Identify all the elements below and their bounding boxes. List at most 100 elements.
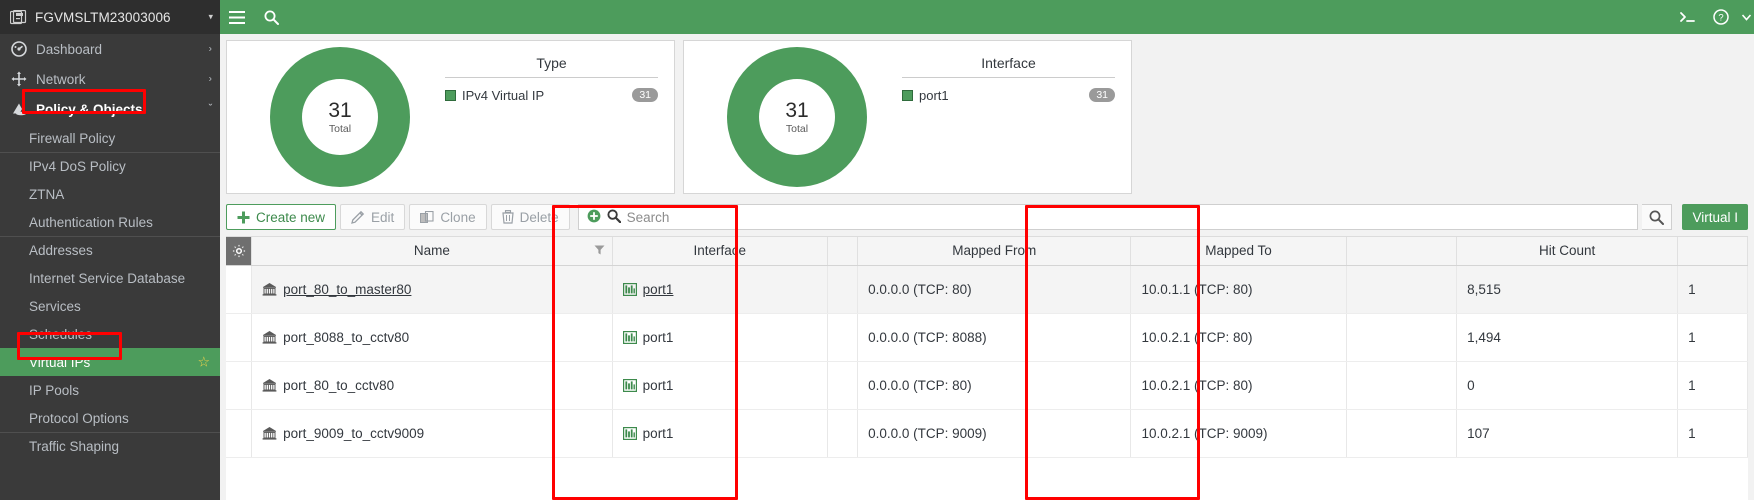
- cell-spacer: [827, 361, 857, 409]
- hamburger-icon[interactable]: [220, 0, 254, 34]
- plus-icon: [237, 211, 250, 224]
- sidebar-item-label: Protocol Options: [29, 411, 129, 426]
- device-selector[interactable]: FGVMSLTM23003006 ▾: [0, 0, 220, 34]
- donut-total-value: 31: [785, 100, 808, 121]
- table-row[interactable]: port_8088_to_cctv80 port1: [226, 313, 1748, 361]
- column-header-mapped-from[interactable]: Mapped From: [858, 237, 1131, 265]
- virtual-ips-table: Name Interface Mapped From Mapped To Hit…: [226, 236, 1748, 500]
- sidebar-item-internet-service-database[interactable]: Internet Service Database: [0, 264, 220, 292]
- column-header-mapped-to[interactable]: Mapped To: [1131, 237, 1346, 265]
- table-row[interactable]: port_9009_to_cctv9009 port1: [226, 409, 1748, 457]
- donut-ring: 31 Total: [270, 47, 410, 187]
- legend-item-label: port1: [919, 88, 1081, 103]
- favorite-star-icon[interactable]: ☆: [197, 354, 210, 371]
- main-area: ? 31 Total: [220, 0, 1754, 500]
- edit-button[interactable]: Edit: [340, 204, 405, 230]
- column-header-interface[interactable]: Interface: [612, 237, 827, 265]
- create-new-label: Create new: [256, 210, 325, 225]
- sidebar-item-protocol-options[interactable]: Protocol Options: [0, 404, 220, 432]
- cell-interface[interactable]: port1: [612, 409, 827, 457]
- sidebar: FGVMSLTM23003006 ▾ Dashboard › Network ›: [0, 0, 220, 500]
- column-header-spacer-2: [1346, 237, 1457, 265]
- cell-hit-count: 8,515: [1457, 265, 1678, 313]
- sidebar-item-schedules[interactable]: Schedules: [0, 320, 220, 348]
- help-icon[interactable]: ?: [1704, 0, 1738, 34]
- donut-total-value: 31: [328, 100, 351, 121]
- cell-ref-count[interactable]: 1: [1678, 265, 1748, 313]
- cell-interface-text: port1: [643, 426, 674, 441]
- cell-spacer-2: [1346, 409, 1457, 457]
- summary-widgets: 31 Total Type IPv4 Virtual IP 31: [226, 40, 1748, 194]
- chevron-right-icon[interactable]: ›: [209, 44, 212, 55]
- table-row[interactable]: port_80_to_cctv80 port1: [226, 361, 1748, 409]
- legend-item[interactable]: IPv4 Virtual IP 31: [445, 85, 658, 105]
- donut-chart-type: 31 Total: [245, 42, 435, 192]
- cell-mapped-to: 10.0.2.1 (TCP: 9009): [1131, 409, 1346, 457]
- sidebar-item-label: IP Pools: [29, 383, 79, 398]
- sidebar-item-ztna[interactable]: ZTNA: [0, 180, 220, 208]
- legend-swatch-icon: [902, 90, 913, 101]
- sidebar-item-ip-pools[interactable]: IP Pools: [0, 376, 220, 404]
- sidebar-item-label: Schedules: [29, 327, 92, 342]
- cell-ref-count[interactable]: 1: [1678, 313, 1748, 361]
- virtual-ip-icon: [262, 378, 277, 392]
- sidebar-item-ipv4-dos-policy[interactable]: IPv4 DoS Policy: [0, 152, 220, 180]
- sidebar-item-addresses[interactable]: Addresses: [0, 236, 220, 264]
- search-icon[interactable]: [254, 0, 288, 34]
- cell-interface[interactable]: port1: [612, 313, 827, 361]
- search-submit-button[interactable]: [1642, 204, 1672, 230]
- create-new-button[interactable]: Create new: [226, 204, 336, 230]
- content-area: 31 Total Type IPv4 Virtual IP 31: [220, 34, 1754, 500]
- legend-item[interactable]: port1 31: [902, 85, 1115, 105]
- cell-mapped-from: 0.0.0.0 (TCP: 80): [858, 265, 1131, 313]
- sidebar-item-label: Services: [29, 299, 81, 314]
- top-bar: ?: [220, 0, 1754, 34]
- sidebar-item-traffic-shaping[interactable]: Traffic Shaping: [0, 432, 220, 460]
- interface-icon: [623, 283, 637, 296]
- search-input[interactable]: Search: [578, 204, 1639, 230]
- add-filter-icon[interactable]: [587, 209, 601, 226]
- cell-name[interactable]: port_80_to_master80: [252, 265, 613, 313]
- sidebar-item-network[interactable]: Network ›: [0, 64, 220, 94]
- cell-name[interactable]: port_9009_to_cctv9009: [252, 409, 613, 457]
- virtual-ips-button[interactable]: Virtual I: [1682, 204, 1748, 230]
- cell-ref-count[interactable]: 1: [1678, 361, 1748, 409]
- filter-funnel-icon[interactable]: [594, 243, 605, 258]
- cell-name[interactable]: port_80_to_cctv80: [252, 361, 613, 409]
- sidebar-item-dashboard[interactable]: Dashboard ›: [0, 34, 220, 64]
- clone-button[interactable]: Clone: [409, 204, 486, 230]
- sidebar-item-policy-objects[interactable]: Policy & Objects ˇ: [0, 94, 220, 124]
- column-header-hit-count[interactable]: Hit Count: [1457, 237, 1678, 265]
- cell-interface[interactable]: port1: [612, 265, 827, 313]
- sidebar-item-services[interactable]: Services: [0, 292, 220, 320]
- widget-interface: 31 Total Interface port1 31: [683, 40, 1132, 194]
- cell-ref-count[interactable]: 1: [1678, 409, 1748, 457]
- table-toolbar: Create new Edit Clone: [226, 202, 1748, 232]
- sidebar-item-label: IPv4 DoS Policy: [29, 159, 126, 174]
- delete-button[interactable]: Delete: [491, 204, 570, 230]
- clone-icon: [420, 211, 434, 224]
- sidebar-item-label: Network: [36, 72, 86, 87]
- sidebar-item-firewall-policy[interactable]: Firewall Policy: [0, 124, 220, 152]
- column-header-name[interactable]: Name: [252, 237, 613, 265]
- virtual-ips-button-label: Virtual I: [1692, 210, 1738, 225]
- widget-type: 31 Total Type IPv4 Virtual IP 31: [226, 40, 675, 194]
- chevron-down-icon[interactable]: ▾: [208, 12, 213, 23]
- chevron-right-icon[interactable]: ›: [209, 74, 212, 85]
- cell-interface-text: port1: [643, 330, 674, 345]
- column-settings-button[interactable]: [226, 237, 252, 265]
- sidebar-item-authentication-rules[interactable]: Authentication Rules: [0, 208, 220, 236]
- sidebar-item-label: Internet Service Database: [29, 271, 185, 286]
- policy-icon: [8, 100, 30, 118]
- row-gutter: [226, 265, 252, 313]
- interface-icon: [623, 331, 637, 344]
- chevron-down-icon[interactable]: ˇ: [209, 104, 212, 115]
- table-row[interactable]: port_80_to_master80 port1: [226, 265, 1748, 313]
- cell-name[interactable]: port_8088_to_cctv80: [252, 313, 613, 361]
- cli-console-icon[interactable]: [1670, 0, 1704, 34]
- cell-mapped-from: 0.0.0.0 (TCP: 80): [858, 361, 1131, 409]
- sidebar-item-label: Firewall Policy: [29, 131, 115, 146]
- chevron-down-icon[interactable]: [1738, 0, 1754, 34]
- cell-interface[interactable]: port1: [612, 361, 827, 409]
- sidebar-item-virtual-ips[interactable]: Virtual IPs ☆: [0, 348, 220, 376]
